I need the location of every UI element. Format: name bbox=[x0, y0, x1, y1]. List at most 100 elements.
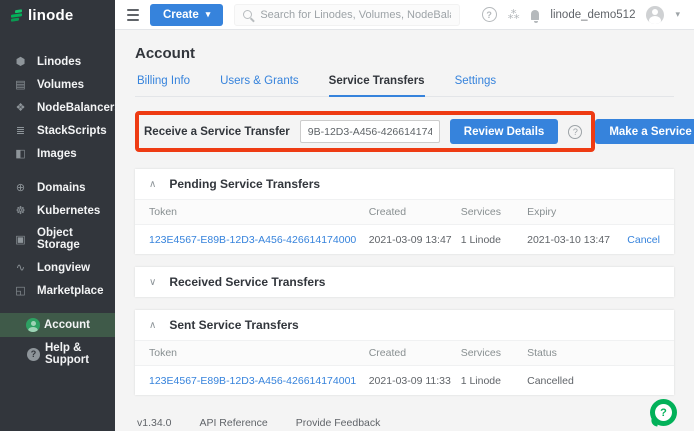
question-mark-icon: ? bbox=[655, 404, 672, 421]
sent-transfers-card: ∧ Sent Service Transfers Token Created S… bbox=[135, 310, 674, 395]
create-button[interactable]: Create ▾ bbox=[150, 4, 223, 26]
menu-hamburger-icon[interactable] bbox=[127, 9, 139, 21]
transfer-help-icon[interactable]: ? bbox=[568, 125, 582, 139]
col-token: Token bbox=[149, 347, 369, 359]
cell-services: 1 Linode bbox=[461, 234, 527, 246]
token-link[interactable]: 123E4567-E89B-12D3-A456-426614174001 bbox=[149, 375, 369, 387]
section-title: Pending Service Transfers bbox=[169, 177, 320, 191]
sidebar-item-images[interactable]: ◧ Images bbox=[0, 142, 115, 165]
sidebar-item-label: Images bbox=[37, 148, 77, 160]
sidebar-item-longview[interactable]: ∿ Longview bbox=[0, 256, 115, 279]
domains-icon: ⊕ bbox=[13, 181, 28, 194]
version-label: v1.34.0 bbox=[137, 417, 171, 429]
sidebar-item-label: Volumes bbox=[37, 79, 84, 91]
tab-users-grants[interactable]: Users & Grants bbox=[220, 75, 299, 96]
sidebar-item-label: Object Storage bbox=[37, 227, 111, 251]
cell-created: 2021-03-09 11:33 bbox=[369, 375, 461, 387]
cancel-link[interactable]: Cancel bbox=[619, 234, 660, 246]
receive-transfer-label: Receive a Service Transfer bbox=[144, 126, 290, 138]
nodebalancers-icon: ❖ bbox=[13, 101, 28, 114]
avatar[interactable] bbox=[646, 6, 664, 24]
collapse-caret-icon: ∧ bbox=[149, 320, 156, 331]
review-details-button[interactable]: Review Details bbox=[450, 119, 559, 144]
received-transfers-header[interactable]: ∨ Received Service Transfers bbox=[135, 267, 674, 297]
sidebar: ⬢ Linodes ▤ Volumes ❖ NodeBalancers ≣ St… bbox=[0, 30, 115, 431]
sidebar-item-linodes[interactable]: ⬢ Linodes bbox=[0, 50, 115, 73]
sidebar-item-label: Longview bbox=[37, 262, 90, 274]
marketplace-icon: ◱ bbox=[13, 284, 28, 297]
table-row: 123E4567-E89B-12D3-A456-426614174000 202… bbox=[135, 225, 674, 254]
col-status: Status bbox=[527, 347, 660, 359]
search-bar[interactable] bbox=[234, 4, 459, 26]
create-button-label: Create bbox=[163, 9, 199, 21]
token-link[interactable]: 123E4567-E89B-12D3-A456-426614174000 bbox=[149, 234, 369, 246]
pending-transfers-card: ∧ Pending Service Transfers Token Create… bbox=[135, 169, 674, 254]
received-transfers-card: ∨ Received Service Transfers bbox=[135, 267, 674, 297]
sidebar-item-label: Linodes bbox=[37, 56, 81, 68]
username[interactable]: linode_demo512 bbox=[550, 9, 635, 21]
user-menu-chevron-icon[interactable]: ▾ bbox=[675, 9, 680, 20]
sidebar-item-label: Domains bbox=[37, 182, 86, 194]
col-services: Services bbox=[461, 206, 527, 218]
sidebar-item-stackscripts[interactable]: ≣ StackScripts bbox=[0, 119, 115, 142]
sidebar-item-domains[interactable]: ⊕ Domains bbox=[0, 176, 115, 199]
api-reference-link[interactable]: API Reference bbox=[199, 417, 267, 429]
cell-services: 1 Linode bbox=[461, 375, 527, 387]
sidebar-item-help-support[interactable]: ? Help & Support bbox=[0, 337, 115, 371]
cell-expiry: 2021-03-10 13:47 bbox=[527, 234, 619, 246]
sidebar-item-label: Account bbox=[44, 319, 90, 331]
receive-transfer-row: Receive a Service Transfer Review Detail… bbox=[135, 111, 674, 152]
stackscripts-icon: ≣ bbox=[13, 124, 28, 137]
object-storage-icon: ▣ bbox=[13, 233, 28, 246]
sidebar-item-nodebalancers[interactable]: ❖ NodeBalancers bbox=[0, 96, 115, 119]
annotation-highlight-box: Receive a Service Transfer Review Detail… bbox=[135, 111, 595, 152]
pending-transfers-header[interactable]: ∧ Pending Service Transfers bbox=[135, 169, 674, 199]
transfer-token-input[interactable] bbox=[300, 120, 440, 143]
top-bar-right: Create ▾ ? ⁂ linode_demo512 ▾ bbox=[115, 0, 694, 30]
community-icon[interactable]: ⁂ bbox=[508, 8, 520, 22]
linode-logo-icon bbox=[11, 9, 22, 22]
sidebar-item-account[interactable]: Account bbox=[0, 313, 115, 337]
images-icon: ◧ bbox=[13, 147, 28, 160]
section-title: Sent Service Transfers bbox=[169, 318, 298, 332]
tab-bar: Billing Info Users & Grants Service Tran… bbox=[135, 75, 674, 97]
pending-table-header: Token Created Services Expiry bbox=[135, 199, 674, 225]
cell-created: 2021-03-09 13:47 bbox=[369, 234, 461, 246]
search-input[interactable] bbox=[260, 9, 450, 21]
help-bubble-button[interactable]: ? bbox=[650, 399, 677, 426]
tab-service-transfers[interactable]: Service Transfers bbox=[329, 75, 425, 97]
help-icon[interactable]: ? bbox=[482, 7, 497, 22]
chevron-down-icon: ▾ bbox=[206, 9, 211, 20]
sidebar-item-kubernetes[interactable]: ☸ Kubernetes bbox=[0, 199, 115, 222]
logo[interactable]: linode bbox=[0, 0, 115, 30]
notifications-bell-icon[interactable] bbox=[531, 10, 540, 20]
footer: v1.34.0 API Reference Provide Feedback bbox=[135, 408, 674, 431]
top-bar: linode Create ▾ ? ⁂ linode_demo512 ▾ bbox=[0, 0, 694, 30]
sidebar-item-volumes[interactable]: ▤ Volumes bbox=[0, 73, 115, 96]
tab-billing-info[interactable]: Billing Info bbox=[137, 75, 190, 96]
provide-feedback-link[interactable]: Provide Feedback bbox=[296, 417, 381, 429]
sidebar-item-label: Marketplace bbox=[37, 285, 103, 297]
section-title: Received Service Transfers bbox=[169, 275, 325, 289]
linodes-icon: ⬢ bbox=[13, 55, 28, 68]
longview-icon: ∿ bbox=[13, 261, 28, 274]
search-icon bbox=[243, 10, 252, 19]
col-expiry: Expiry bbox=[527, 206, 619, 218]
col-token: Token bbox=[149, 206, 369, 218]
sidebar-item-label: NodeBalancers bbox=[37, 102, 121, 114]
sidebar-item-label: Help & Support bbox=[45, 342, 111, 366]
col-services: Services bbox=[461, 347, 527, 359]
sidebar-item-object-storage[interactable]: ▣ Object Storage bbox=[0, 222, 115, 256]
table-row: 123E4567-E89B-12D3-A456-426614174001 202… bbox=[135, 366, 674, 395]
expand-caret-icon: ∨ bbox=[149, 277, 156, 288]
sent-transfers-header[interactable]: ∧ Sent Service Transfers bbox=[135, 310, 674, 340]
logo-text: linode bbox=[28, 7, 73, 24]
sidebar-item-label: Kubernetes bbox=[37, 205, 100, 217]
sidebar-item-label: StackScripts bbox=[37, 125, 107, 137]
make-service-transfer-button[interactable]: Make a Service Transfer bbox=[595, 119, 694, 144]
page-title: Account bbox=[135, 45, 674, 62]
cell-status: Cancelled bbox=[527, 375, 660, 387]
kubernetes-icon: ☸ bbox=[13, 204, 28, 217]
tab-settings[interactable]: Settings bbox=[455, 75, 497, 96]
sidebar-item-marketplace[interactable]: ◱ Marketplace bbox=[0, 279, 115, 302]
